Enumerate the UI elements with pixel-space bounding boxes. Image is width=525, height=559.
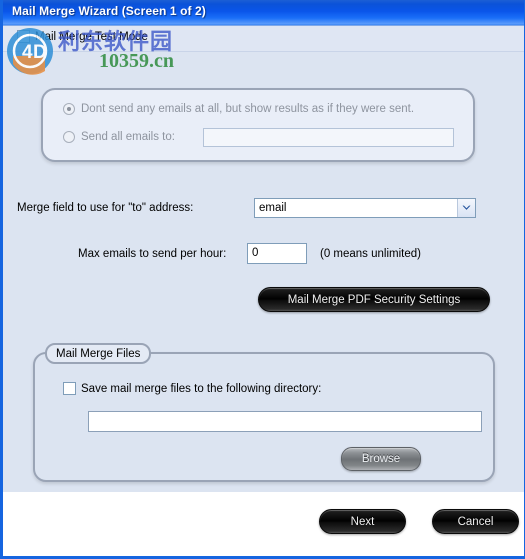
browse-button[interactable]: Browse xyxy=(341,447,421,471)
radio-option-send-all[interactable]: Send all emails to: xyxy=(63,131,175,143)
mail-merge-files-legend: Mail Merge Files xyxy=(45,343,152,364)
save-files-checkbox-row[interactable]: Save mail merge files to the following d… xyxy=(63,382,321,395)
max-emails-label: Max emails to send per hour: xyxy=(78,248,227,260)
save-files-label: Save mail merge files to the following d… xyxy=(81,382,322,395)
wizard-footer: Next Cancel xyxy=(3,492,524,556)
test-mode-checkbox[interactable] xyxy=(17,30,30,43)
save-files-checkbox[interactable] xyxy=(63,382,76,395)
wizard-body: Dont send any emails at all, but show re… xyxy=(3,52,524,492)
send-options-panel: Dont send any emails at all, but show re… xyxy=(41,88,475,162)
window-title: Mail Merge Wizard (Screen 1 of 2) xyxy=(12,4,206,18)
test-mode-panel: Mail Merge Test Mode xyxy=(3,26,524,52)
merge-field-label: Merge field to use for "to" address: xyxy=(17,202,194,214)
next-button[interactable]: Next xyxy=(319,509,406,534)
radio-send-all-indicator[interactable] xyxy=(63,131,75,143)
cancel-button[interactable]: Cancel xyxy=(432,509,519,534)
mail-merge-files-group: Mail Merge Files Save mail merge files t… xyxy=(33,343,495,482)
title-bar: Mail Merge Wizard (Screen 1 of 2) xyxy=(3,0,524,26)
test-mode-checkbox-row[interactable]: Mail Merge Test Mode xyxy=(17,30,148,43)
merge-field-value: email xyxy=(259,202,287,214)
send-all-emails-input[interactable] xyxy=(203,128,454,147)
radio-no-send-indicator[interactable] xyxy=(63,103,75,115)
test-mode-label: Mail Merge Test Mode xyxy=(35,30,148,43)
radio-no-send-label: Dont send any emails at all, but show re… xyxy=(81,103,415,115)
radio-send-all-label: Send all emails to: xyxy=(81,131,175,143)
mail-merge-wizard-window: Mail Merge Wizard (Screen 1 of 2) Mail M… xyxy=(0,0,525,559)
pdf-security-settings-button[interactable]: Mail Merge PDF Security Settings xyxy=(258,287,490,312)
max-emails-input[interactable]: 0 xyxy=(247,243,307,264)
merge-field-select[interactable]: email xyxy=(254,198,476,218)
chevron-down-icon[interactable] xyxy=(457,199,475,217)
max-emails-hint: (0 means unlimited) xyxy=(320,248,421,260)
directory-input[interactable] xyxy=(88,411,482,432)
radio-option-no-send[interactable]: Dont send any emails at all, but show re… xyxy=(63,103,414,115)
